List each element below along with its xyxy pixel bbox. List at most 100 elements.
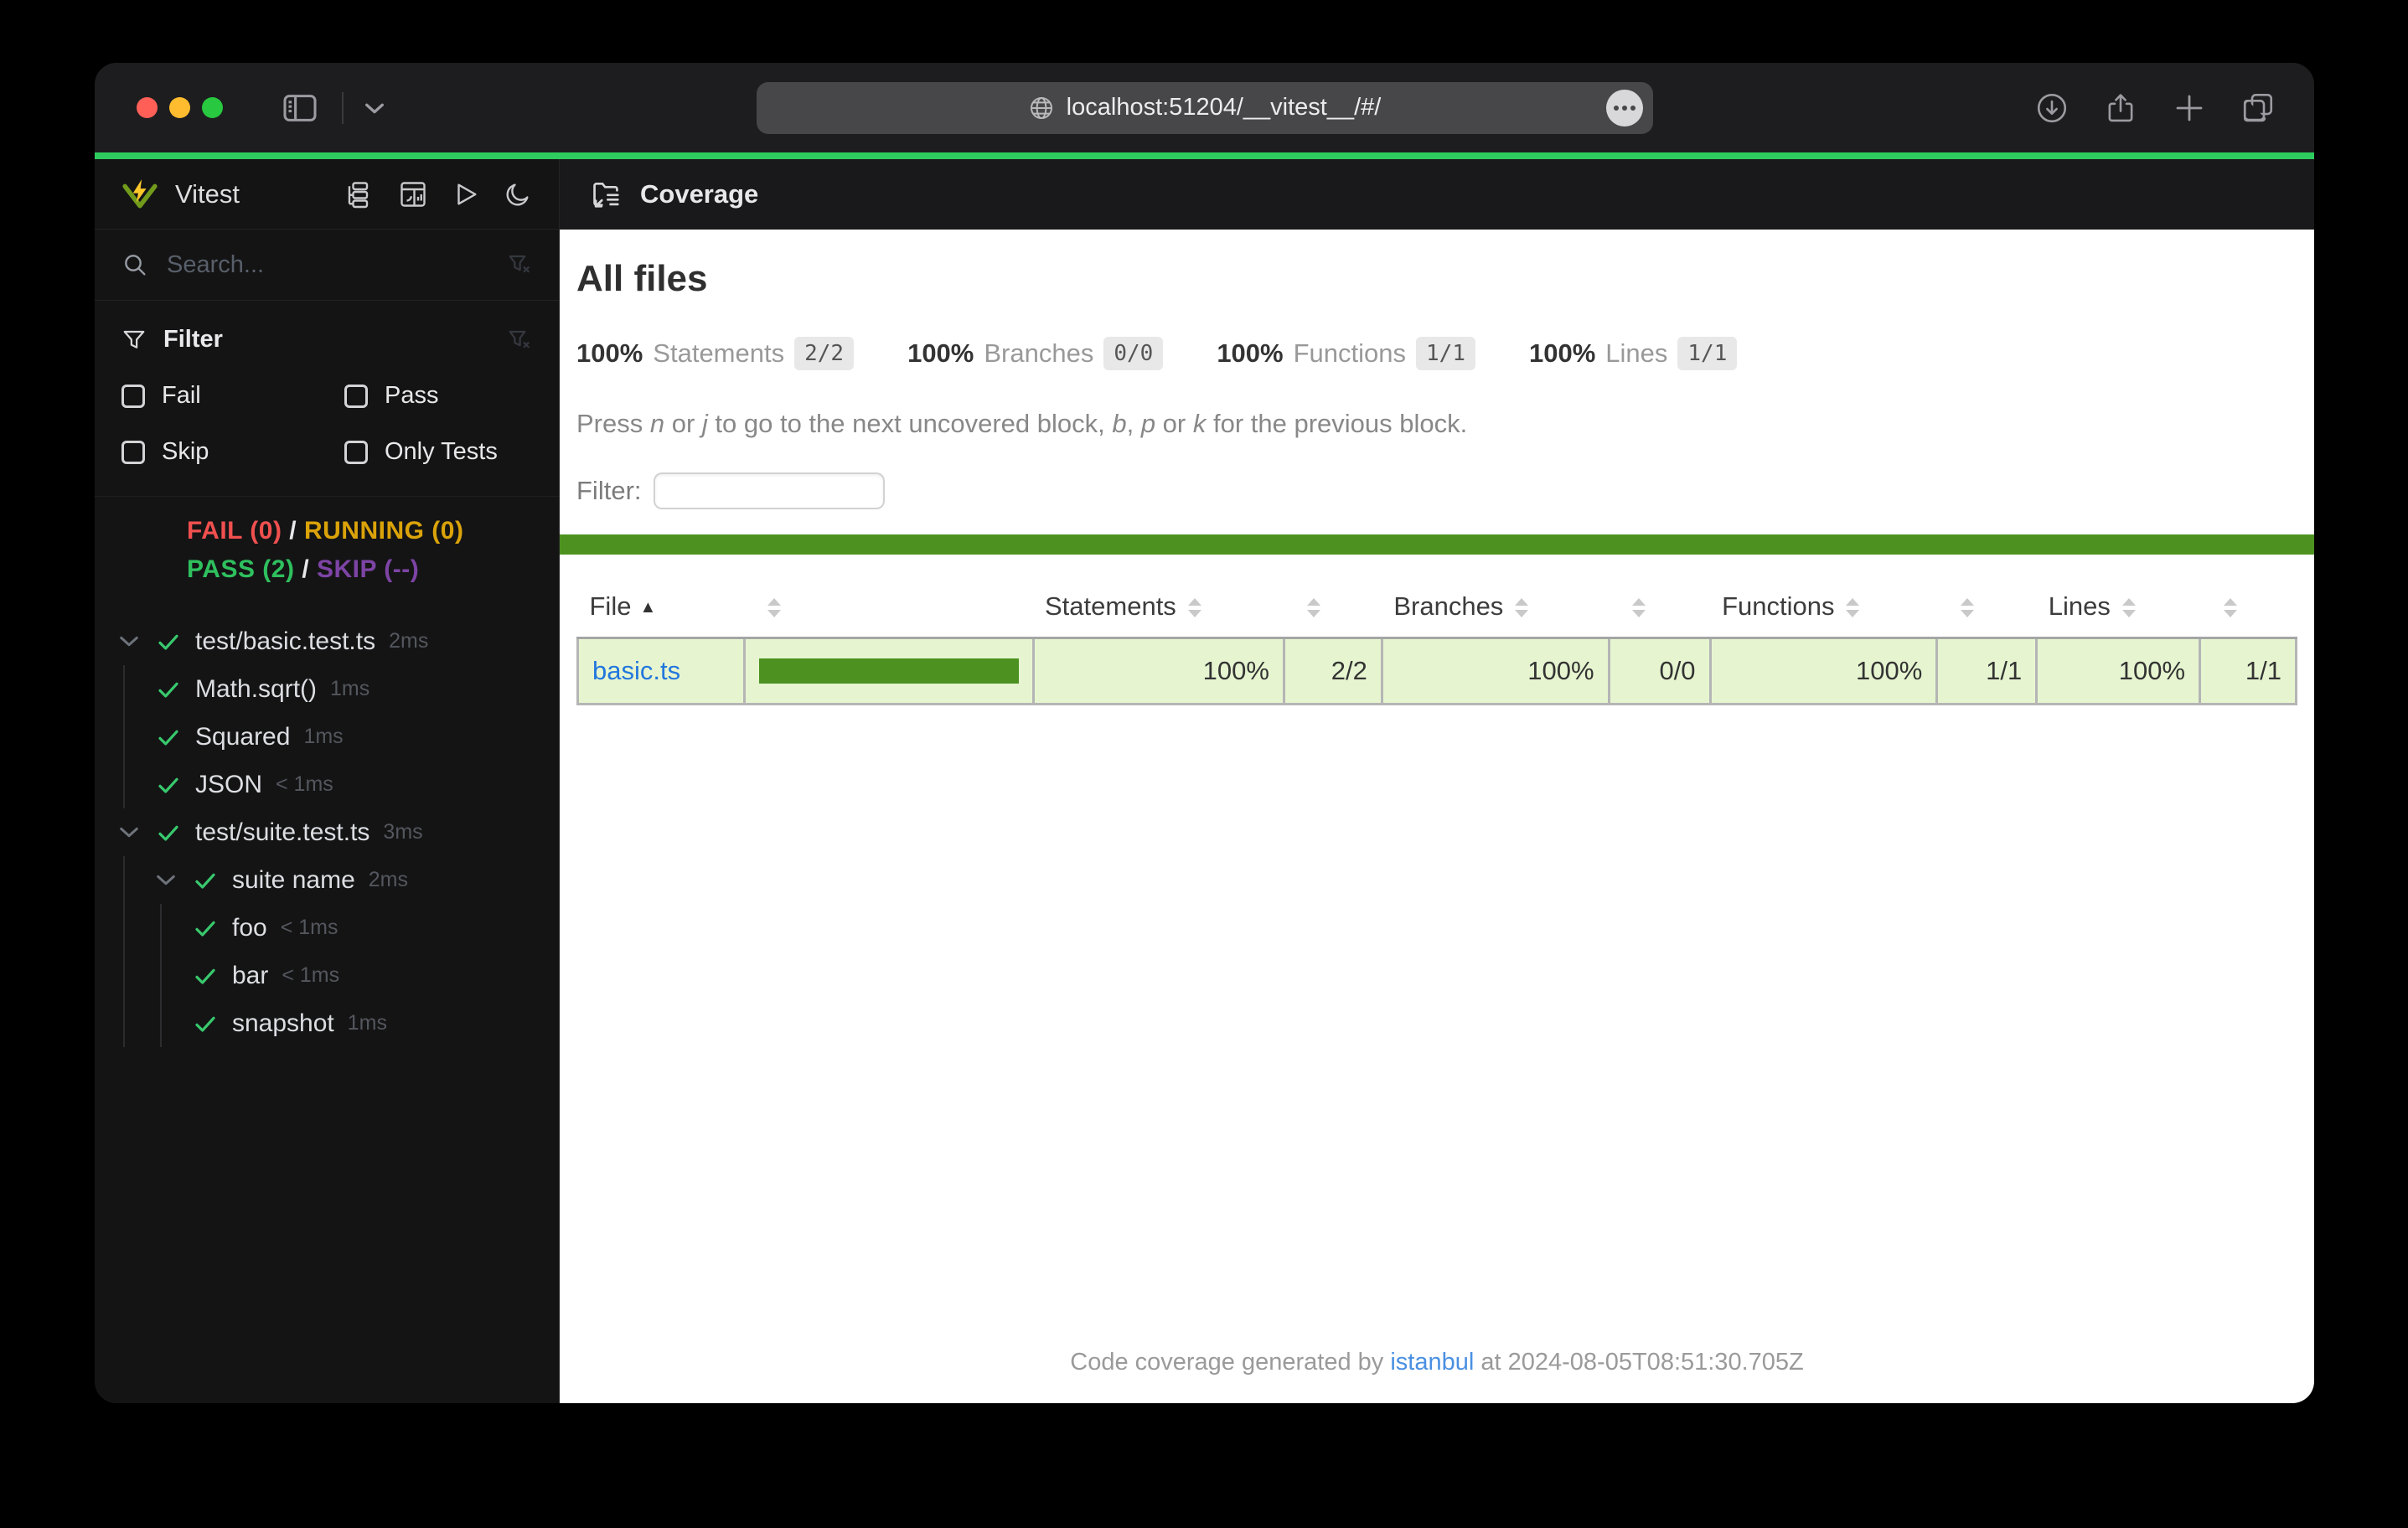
filter-option-only-tests[interactable]: Only Tests: [344, 438, 532, 466]
test-name: test/suite.test.ts: [195, 818, 370, 846]
chevron-down-icon[interactable]: [155, 873, 192, 888]
search-icon: [121, 251, 148, 278]
coverage-table: File ▲ Statements Branches Functions Lines ba…: [576, 576, 2297, 705]
clear-search-filter-icon[interactable]: [507, 252, 532, 277]
chevron-down-icon[interactable]: [364, 101, 385, 115]
lines-cell: 100%: [2036, 637, 2202, 705]
metric-fraction-badge: 1/1: [1416, 337, 1475, 370]
checkbox[interactable]: [121, 440, 145, 464]
tree-view-icon[interactable]: [344, 179, 375, 209]
checkbox[interactable]: [344, 384, 368, 408]
column-header-sorter[interactable]: [1609, 576, 1711, 639]
tree-item[interactable]: snapshot 1ms: [95, 999, 559, 1047]
app-title: Vitest: [175, 178, 240, 209]
coverage-icon: [590, 178, 622, 210]
test-name: Math.sqrt(): [195, 674, 318, 703]
tree-item[interactable]: bar < 1ms: [95, 952, 559, 999]
column-header-functions[interactable]: Functions: [1710, 576, 1937, 639]
sort-icon[interactable]: [767, 598, 782, 618]
address-bar[interactable]: localhost:51204/__vitest__/#/: [756, 81, 1653, 134]
search-input[interactable]: [167, 250, 507, 279]
close-window-button[interactable]: [137, 97, 158, 118]
minimize-window-button[interactable]: [169, 97, 190, 118]
clear-filter-icon[interactable]: [507, 328, 532, 353]
chevron-down-icon[interactable]: [118, 825, 155, 840]
tree-indent-guide: [118, 999, 155, 1047]
metric-label: Branches: [984, 338, 1094, 368]
filter-option-skip[interactable]: Skip: [121, 438, 344, 466]
tree-indent-guide: [118, 856, 155, 904]
tree-item[interactable]: test/suite.test.ts 3ms: [95, 808, 559, 856]
dashboard-icon[interactable]: [398, 179, 428, 209]
chevron-down-icon[interactable]: [118, 634, 155, 649]
tree-indent-guide: [118, 713, 155, 761]
summary-metric: 100% Branches 0/0: [907, 337, 1164, 370]
browser-window: localhost:51204/__vitest__/#/ Vitest Sea…: [95, 63, 2314, 1403]
column-header-sorter[interactable]: [1284, 576, 1382, 639]
column-header-sorter[interactable]: [1936, 576, 2037, 639]
new-tab-button[interactable]: [2172, 90, 2207, 126]
run-all-icon[interactable]: [452, 180, 480, 209]
skip-count: SKIP (--): [316, 555, 420, 583]
toolbar-divider: [342, 91, 344, 124]
keyboard-hint: Press n or j to go to the next uncovered…: [576, 409, 1468, 438]
sort-icon[interactable]: [1846, 598, 1860, 618]
zoom-window-button[interactable]: [202, 97, 223, 118]
column-header-lines[interactable]: Lines: [2036, 576, 2200, 639]
downloads-button[interactable]: [2034, 90, 2070, 126]
test-duration: < 1ms: [280, 916, 338, 939]
main-panel: Coverage All files 100% Statements 2/2 100%…: [560, 159, 2314, 1403]
page-settings-button[interactable]: [1605, 89, 1643, 126]
istanbul-link[interactable]: istanbul: [1390, 1349, 1474, 1376]
sidebar-toggle-icon[interactable]: [282, 93, 318, 123]
checkbox[interactable]: [121, 384, 145, 408]
filter-option-fail[interactable]: Fail: [121, 382, 344, 410]
filter-option-label: Fail: [162, 382, 201, 409]
pass-check-icon: [155, 819, 182, 846]
dark-mode-icon[interactable]: [504, 180, 532, 209]
sort-icon[interactable]: [2223, 598, 2237, 618]
report-heading: All files: [576, 258, 708, 299]
vitest-progress-bar: [95, 152, 2314, 159]
tree-item[interactable]: Squared 1ms: [95, 713, 559, 761]
column-header-sorter[interactable]: [2199, 576, 2297, 639]
pass-count: PASS (2): [187, 555, 295, 583]
column-header-sorter[interactable]: [744, 576, 1033, 639]
coverage-bar-cell: [744, 637, 1035, 705]
tree-indent-guide: [118, 665, 155, 713]
tree-indent-guide: [155, 999, 192, 1047]
test-name: bar: [232, 961, 269, 989]
sort-icon[interactable]: [2121, 598, 2136, 618]
file-cell: basic.ts: [576, 637, 746, 705]
sort-icon[interactable]: [1960, 598, 1974, 618]
tree-item[interactable]: JSON < 1ms: [95, 761, 559, 808]
metric-fraction-badge: 0/0: [1103, 337, 1164, 370]
tree-item[interactable]: test/basic.test.ts 2ms: [95, 617, 559, 665]
share-button[interactable]: [2103, 90, 2138, 126]
tab-overview-button[interactable]: [2240, 90, 2276, 126]
filter-option-label: Pass: [385, 382, 439, 409]
tree-indent-guide: [118, 952, 155, 999]
table-row: basic.ts 100% 2/2 100% 0/0 100% 1/1 100% 1/1: [576, 637, 2297, 705]
test-duration: < 1ms: [276, 772, 333, 796]
coverage-report: All files 100% Statements 2/2 100% Branches 0…: [560, 230, 2314, 1403]
sort-ascending-icon: ▲: [639, 598, 657, 617]
test-duration: 1ms: [347, 1011, 387, 1035]
test-duration: 3ms: [383, 820, 423, 844]
checkbox[interactable]: [344, 440, 368, 464]
file-link[interactable]: basic.ts: [592, 656, 680, 685]
sort-icon[interactable]: [1515, 598, 1529, 618]
table-filter-input[interactable]: [653, 472, 885, 509]
column-header-file[interactable]: File ▲: [577, 576, 745, 639]
sort-icon[interactable]: [1632, 598, 1646, 618]
column-header-statements[interactable]: Statements: [1033, 576, 1284, 639]
sort-icon[interactable]: [1187, 598, 1201, 618]
tree-item[interactable]: suite name 2ms: [95, 856, 559, 904]
column-header-branches[interactable]: Branches: [1382, 576, 1610, 639]
tree-item[interactable]: foo < 1ms: [95, 904, 559, 952]
tree-item[interactable]: Math.sqrt() 1ms: [95, 665, 559, 713]
test-duration: 1ms: [330, 677, 370, 700]
fail-count: FAIL (0): [187, 517, 282, 545]
sort-icon[interactable]: [1307, 598, 1321, 618]
filter-option-pass[interactable]: Pass: [344, 382, 532, 410]
